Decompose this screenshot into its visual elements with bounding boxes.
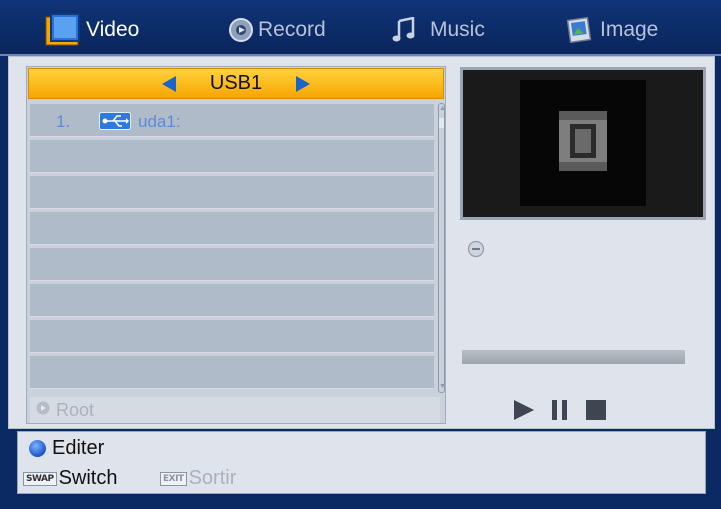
list-item[interactable]	[30, 248, 434, 281]
media-tab-bar: Video Record Music Image	[0, 0, 721, 56]
file-browser: USB1 1. uda1: ▲ ▼ Root	[26, 66, 446, 424]
list-item[interactable]	[30, 284, 434, 317]
tab-label: Video	[86, 18, 140, 41]
scroll-down-icon[interactable]: ▼	[439, 382, 446, 392]
list-item[interactable]	[30, 212, 434, 245]
arrow-left-icon[interactable]	[162, 75, 176, 92]
main-panel: USB1 1. uda1: ▲ ▼ Root	[8, 56, 715, 429]
play-icon[interactable]	[512, 398, 536, 427]
scroll-up-icon[interactable]: ▲	[439, 104, 446, 114]
list-item[interactable]	[30, 176, 434, 209]
picture-icon	[566, 17, 592, 43]
switch-hint[interactable]: SWAP Switch	[23, 467, 117, 490]
blue-button-icon	[29, 440, 46, 457]
swap-key-icon: SWAP	[23, 471, 57, 486]
scrollbar-thumb[interactable]	[439, 118, 444, 128]
preview-window	[460, 67, 706, 220]
help-bar: Editer SWAP Switch EXIT Sortir	[17, 431, 706, 494]
tab-video[interactable]: Video	[44, 8, 139, 52]
list-item-number: 1.	[56, 112, 71, 131]
source-label: USB1	[209, 72, 263, 94]
list-item-name: uda1:	[138, 112, 181, 131]
stop-icon[interactable]	[584, 398, 608, 427]
playback-controls	[512, 398, 622, 422]
record-icon	[228, 17, 254, 43]
tab-label: Music	[430, 18, 485, 41]
breadcrumb-path: Root	[56, 399, 95, 420]
edit-hint[interactable]: Editer	[29, 437, 104, 460]
folder-play-icon	[36, 401, 50, 420]
tab-label: Image	[600, 18, 659, 41]
file-list: 1. uda1:	[30, 104, 434, 393]
film-strip-icon	[557, 109, 609, 178]
tab-image[interactable]: Image	[566, 8, 658, 52]
film-icon	[44, 11, 82, 49]
list-item[interactable]	[30, 140, 434, 173]
exit-hint[interactable]: EXIT Sortir	[160, 467, 236, 490]
preview-area	[520, 80, 646, 206]
tab-label: Record	[258, 18, 326, 41]
usb-icon	[99, 112, 131, 135]
arrow-right-icon[interactable]	[296, 75, 310, 92]
pause-icon[interactable]	[550, 398, 570, 427]
tab-record[interactable]: Record	[228, 8, 326, 52]
edit-label: Editer	[52, 437, 105, 459]
source-selector[interactable]: USB1	[28, 68, 444, 99]
playback-progress-bar[interactable]	[462, 350, 685, 364]
list-scrollbar[interactable]: ▲ ▼	[438, 103, 446, 393]
list-item[interactable]	[30, 356, 434, 389]
status-indicator-icon	[467, 240, 485, 263]
exit-label: Sortir	[188, 467, 237, 489]
breadcrumb: Root	[30, 397, 440, 423]
exit-key-icon: EXIT	[160, 471, 187, 486]
list-item[interactable]	[30, 320, 434, 353]
music-note-icon	[392, 17, 416, 43]
list-item[interactable]: 1. uda1:	[30, 104, 434, 137]
tab-music[interactable]: Music	[392, 8, 485, 52]
switch-label: Switch	[58, 467, 118, 489]
